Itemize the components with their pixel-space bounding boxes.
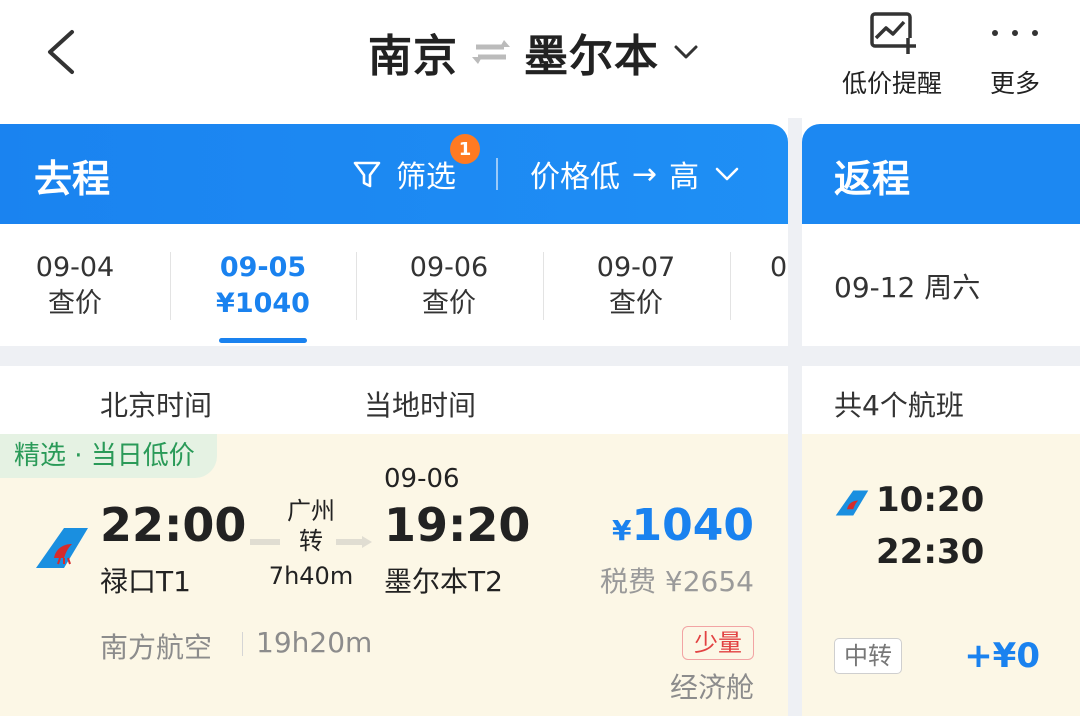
beijing-time-label: 北京时间 bbox=[100, 389, 213, 422]
date-divider bbox=[730, 252, 731, 320]
layover-duration: 7h40m bbox=[268, 562, 354, 590]
date-tab-date: 0 bbox=[770, 252, 788, 283]
date-tab-date: 09-04 bbox=[35, 252, 115, 283]
date-tab-price: 查价 bbox=[422, 288, 476, 319]
china-southern-logo-icon bbox=[36, 528, 88, 568]
funnel-icon bbox=[353, 161, 381, 188]
price-chart-plus-icon bbox=[870, 12, 916, 54]
section-gap bbox=[802, 346, 1080, 366]
return-price-diff: +¥0 bbox=[964, 636, 1040, 676]
departure-time: 22:00 bbox=[100, 498, 247, 552]
date-divider bbox=[356, 252, 357, 320]
outbound-title: 去程 bbox=[34, 157, 111, 201]
return-date-selector[interactable]: 09-12 周六 bbox=[802, 224, 1080, 346]
more-label: 更多 bbox=[990, 69, 1041, 98]
swap-arrows-icon bbox=[472, 40, 510, 64]
route-selector[interactable]: 南京 墨尔本 bbox=[368, 22, 699, 82]
date-tab-date: 09-06 bbox=[409, 252, 489, 283]
transfer-badge: 中转 bbox=[834, 638, 902, 674]
flight-price: ¥1040 bbox=[610, 500, 754, 551]
top-bar: 南京 墨尔本 低价提醒 更多 bbox=[0, 0, 1080, 118]
featured-tag: 精选 · 当日低价 bbox=[0, 434, 217, 478]
price-value: 1040 bbox=[631, 500, 754, 551]
return-title: 返程 bbox=[834, 157, 911, 201]
destination-city: 墨尔本 bbox=[524, 31, 659, 82]
date-tab-price: ¥1040 bbox=[216, 288, 310, 319]
date-divider bbox=[543, 252, 544, 320]
chevron-down-icon bbox=[674, 45, 698, 59]
price-currency: ¥ bbox=[612, 514, 632, 547]
date-tab[interactable]: 09-04 查价 bbox=[0, 250, 150, 322]
panel-divider bbox=[788, 118, 802, 716]
date-tab[interactable]: 09-06 查价 bbox=[374, 250, 524, 322]
tax-fee: 税费 ¥2654 bbox=[600, 565, 754, 598]
more-dots-icon bbox=[992, 8, 1038, 58]
date-tab-selected[interactable]: 09-05 ¥1040 bbox=[188, 250, 338, 322]
total-duration: 19h20m bbox=[256, 626, 373, 659]
return-departure-time: 10:20 bbox=[876, 480, 985, 520]
local-time-label: 当地时间 bbox=[364, 389, 477, 422]
date-tab-price: 查价 bbox=[609, 288, 663, 319]
return-header[interactable]: 返程 bbox=[802, 124, 1080, 224]
low-price-alert-label: 低价提醒 bbox=[842, 69, 943, 98]
section-gap bbox=[0, 346, 788, 366]
info-divider bbox=[242, 632, 243, 656]
outbound-header: 去程 筛选 价格低 → 高 bbox=[0, 124, 788, 224]
return-arrival-time: 22:30 bbox=[876, 532, 985, 572]
sort-arrow: → bbox=[632, 156, 658, 192]
sort-dropdown[interactable]: 价格低 → 高 bbox=[530, 152, 739, 196]
chevron-down-icon bbox=[715, 167, 739, 181]
departure-airport: 禄口T1 bbox=[100, 565, 191, 598]
sort-to: 高 bbox=[669, 160, 700, 195]
date-tab[interactable]: 09-07 查价 bbox=[561, 250, 711, 322]
date-tab-price: 查价 bbox=[48, 288, 102, 319]
cabin-class: 经济舱 bbox=[669, 671, 754, 704]
chevron-left-icon bbox=[48, 30, 74, 74]
date-tab-date: 09-05 bbox=[219, 252, 307, 283]
filter-label: 筛选 bbox=[396, 160, 456, 195]
transfer-city-name: 广州 bbox=[287, 497, 335, 525]
arrival-airport: 墨尔本T2 bbox=[384, 565, 503, 598]
header-divider bbox=[496, 158, 498, 190]
route-arrow-icon bbox=[250, 536, 372, 548]
date-tab-date: 09-07 bbox=[596, 252, 676, 283]
low-price-alert-button[interactable]: 低价提醒 bbox=[842, 8, 942, 100]
filter-count-badge: 1 bbox=[450, 134, 480, 164]
origin-city: 南京 bbox=[368, 31, 458, 82]
back-button[interactable] bbox=[40, 26, 84, 78]
arrival-time: 19:20 bbox=[384, 498, 531, 552]
airline-name: 南方航空 bbox=[100, 631, 213, 664]
filter-button[interactable]: 筛选 bbox=[352, 152, 456, 196]
timezone-row: 北京时间 当地时间 bbox=[0, 366, 788, 434]
availability-badge: 少量 bbox=[682, 626, 754, 660]
arrival-date: 09-06 bbox=[384, 464, 460, 494]
selected-date-indicator bbox=[219, 338, 307, 343]
more-button[interactable]: 更多 bbox=[990, 8, 1040, 100]
sort-from: 价格低 bbox=[530, 160, 620, 195]
return-count-row: 共4个航班 bbox=[802, 366, 1080, 434]
date-tab[interactable]: 0 bbox=[770, 250, 788, 286]
china-southern-logo-icon bbox=[835, 490, 869, 516]
date-selector: 09-04 查价 09-05 ¥1040 09-06 查价 09-07 查价 0 bbox=[0, 224, 788, 346]
return-date: 09-12 周六 bbox=[834, 271, 981, 304]
return-flight-count: 共4个航班 bbox=[834, 389, 964, 422]
date-divider bbox=[170, 252, 171, 320]
